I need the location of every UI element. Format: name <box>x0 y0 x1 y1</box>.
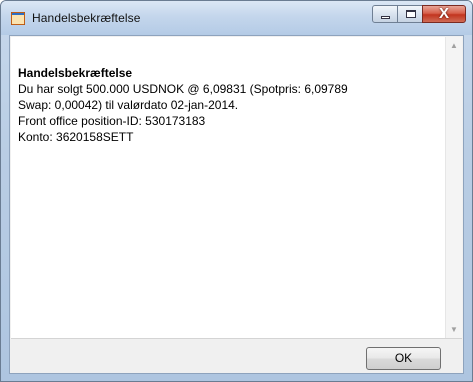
dialog-client-area: Handelsbekræftelse Du har solgt 500.000 … <box>9 35 464 374</box>
vertical-scrollbar[interactable]: ▲ ▼ <box>445 37 462 338</box>
minimize-icon <box>381 16 390 19</box>
window-title: Handelsbekræftelse <box>32 11 141 25</box>
maximize-button[interactable] <box>397 5 423 23</box>
maximize-icon <box>406 10 416 18</box>
title-bar[interactable]: Handelsbekræftelse X <box>1 1 472 35</box>
close-icon: X <box>438 5 449 22</box>
caption-buttons: X <box>372 5 466 24</box>
close-button[interactable]: X <box>422 5 466 23</box>
confirmation-message: Handelsbekræftelse Du har solgt 500.000 … <box>18 65 443 145</box>
message-line-swap: Swap: 0,00042) til valørdato 02-jan-2014… <box>18 98 239 112</box>
message-line-trade: Du har solgt 500.000 USDNOK @ 6,09831 (S… <box>18 82 348 96</box>
app-window-icon <box>11 12 25 25</box>
message-line-position-id: Front office position-ID: 530173183 <box>18 114 206 128</box>
ok-button[interactable]: OK <box>366 347 441 370</box>
message-window: Handelsbekræftelse X Handelsbekræftelse … <box>0 0 473 382</box>
message-heading: Handelsbekræftelse <box>18 66 133 80</box>
minimize-button[interactable] <box>372 5 398 23</box>
message-textbox[interactable]: Handelsbekræftelse Du har solgt 500.000 … <box>11 37 462 339</box>
scroll-up-arrow-icon[interactable]: ▲ <box>446 37 462 54</box>
message-line-account: Konto: 3620158SETT <box>18 130 134 144</box>
scroll-down-arrow-icon[interactable]: ▼ <box>446 321 462 338</box>
